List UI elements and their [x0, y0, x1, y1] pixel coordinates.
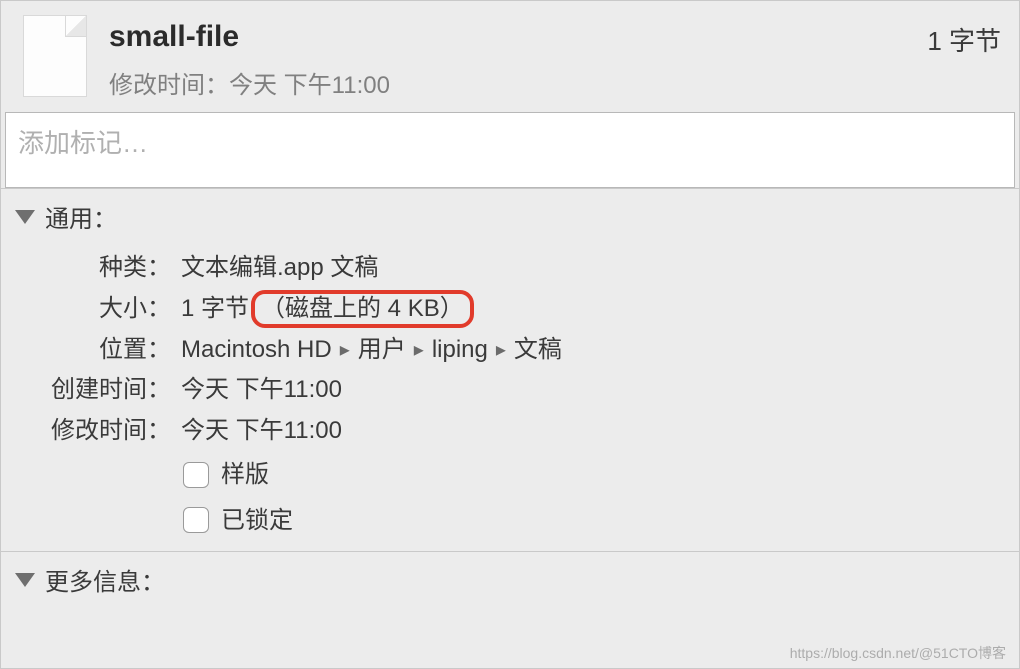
- modified-label: 修改时间: [1, 411, 171, 452]
- created-value: 今天 下午11:00: [171, 370, 342, 411]
- locked-checkbox[interactable]: [183, 507, 209, 533]
- header-modified-label: 修改时间: [109, 72, 205, 99]
- header-size: 1 字节: [927, 15, 1001, 58]
- section-general-header[interactable]: 通用: [1, 189, 1019, 244]
- size-on-disk-callout: （磁盘上的 4 KB）: [251, 290, 474, 328]
- size-value-wrap: 1 字节 （磁盘上的 4 KB）: [171, 289, 474, 330]
- created-label: 创建时间: [1, 370, 171, 411]
- row-kind: 种类 文本编辑.app 文稿: [1, 248, 1019, 289]
- stationery-label: 样版: [221, 452, 269, 498]
- tags-placeholder: 添加标记…: [18, 123, 148, 160]
- header-main: small-file 修改时间：今天 下午11:00: [109, 15, 927, 100]
- path-separator-icon: ▸: [496, 333, 506, 367]
- path-seg-2: liping: [432, 330, 488, 371]
- row-modified: 修改时间 今天 下午11:00: [1, 411, 1019, 452]
- modified-value: 今天 下午11:00: [171, 411, 342, 452]
- path-seg-0: Macintosh HD: [181, 330, 332, 371]
- path-separator-icon: ▸: [340, 333, 350, 367]
- section-more-info: 更多信息: [1, 551, 1019, 607]
- kind-value: 文本编辑.app 文稿: [171, 248, 378, 289]
- path-seg-3: 文稿: [514, 330, 562, 371]
- chevron-down-icon: [15, 573, 35, 587]
- row-created: 创建时间 今天 下午11:00: [1, 370, 1019, 411]
- path-seg-1: 用户: [358, 330, 406, 371]
- section-general-title: 通用: [45, 199, 117, 234]
- header-modified-value: 今天 下午11:00: [229, 72, 390, 99]
- size-value: 1 字节: [181, 289, 249, 330]
- file-thumbnail-icon: [23, 15, 87, 97]
- where-label: 位置: [1, 330, 171, 371]
- row-size: 大小 1 字节 （磁盘上的 4 KB）: [1, 289, 1019, 330]
- row-locked: 已锁定: [1, 498, 1019, 544]
- path-separator-icon: ▸: [414, 333, 424, 367]
- stationery-checkbox[interactable]: [183, 462, 209, 488]
- locked-label: 已锁定: [221, 498, 293, 544]
- info-header: small-file 修改时间：今天 下午11:00 1 字节: [1, 1, 1019, 112]
- file-name: small-file: [109, 19, 927, 55]
- general-body: 种类 文本编辑.app 文稿 大小 1 字节 （磁盘上的 4 KB） 位置 Ma…: [1, 244, 1019, 551]
- section-more-info-header[interactable]: 更多信息: [1, 552, 1019, 607]
- section-general: 通用 种类 文本编辑.app 文稿 大小 1 字节 （磁盘上的 4 KB） 位置…: [1, 188, 1019, 551]
- file-info-window: small-file 修改时间：今天 下午11:00 1 字节 添加标记… 通用…: [0, 0, 1020, 669]
- size-label: 大小: [1, 289, 171, 330]
- row-stationery: 样版: [1, 452, 1019, 498]
- section-more-info-title: 更多信息: [45, 562, 165, 597]
- row-where: 位置 Macintosh HD ▸ 用户 ▸ liping ▸ 文稿: [1, 330, 1019, 371]
- header-modified-row: 修改时间：今天 下午11:00: [109, 65, 927, 100]
- where-value: Macintosh HD ▸ 用户 ▸ liping ▸ 文稿: [171, 330, 562, 371]
- tags-input[interactable]: 添加标记…: [5, 112, 1015, 188]
- chevron-down-icon: [15, 210, 35, 224]
- kind-label: 种类: [1, 248, 171, 289]
